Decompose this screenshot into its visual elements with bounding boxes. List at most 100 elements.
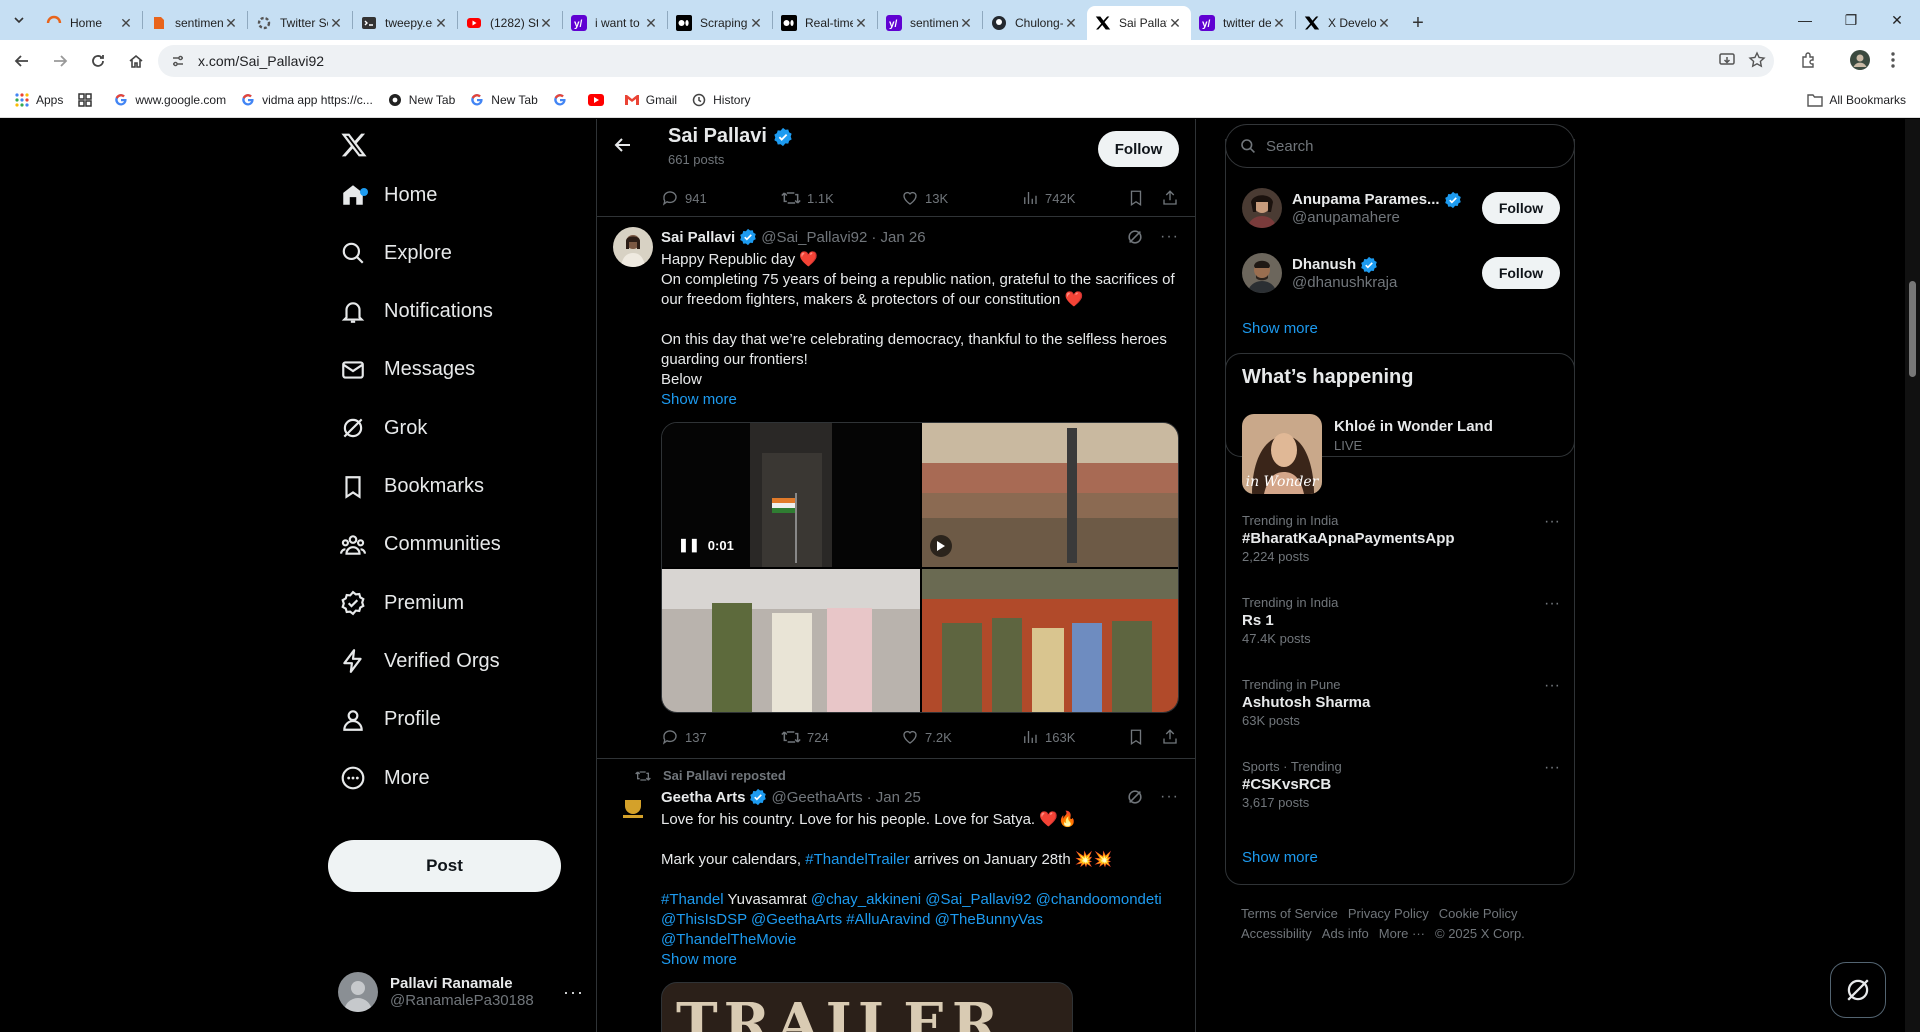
like-button[interactable]: 13K [901, 189, 1021, 207]
video-timestamp[interactable]: ❚❚ 0:01 [678, 537, 734, 553]
reply-button[interactable]: 137 [661, 728, 781, 746]
avatar[interactable] [1242, 253, 1282, 293]
nav-item-grok[interactable]: Grok [340, 402, 427, 454]
views-button[interactable]: 163K [1021, 728, 1141, 746]
footer-link[interactable]: More ··· [1379, 926, 1425, 941]
browser-tab[interactable]: Chulong-L✕ [983, 6, 1087, 40]
all-bookmarks-button[interactable]: All Bookmarks [1807, 93, 1906, 107]
grok-icon[interactable] [1126, 788, 1144, 806]
bookmark-item[interactable]: www.google.com [113, 92, 226, 108]
close-tab-icon[interactable]: ✕ [433, 15, 449, 32]
avatar[interactable] [1242, 188, 1282, 228]
close-tab-icon[interactable]: ✕ [1271, 15, 1287, 32]
nav-item-communities[interactable]: Communities [340, 519, 501, 571]
avatar[interactable] [613, 227, 653, 267]
more-dots-icon[interactable]: ··· [1544, 595, 1560, 613]
tweet-date[interactable]: · Jan 26 [871, 229, 925, 246]
share-icon[interactable] [1161, 728, 1179, 746]
extensions-icon[interactable] [1800, 51, 1818, 69]
trend-item[interactable]: Trending in India Rs 1 47.4K posts ··· [1242, 595, 1560, 646]
repost-button[interactable]: 724 [781, 728, 901, 746]
hashtag-link[interactable]: #ThandelTrailer [805, 851, 910, 868]
play-icon[interactable] [930, 535, 952, 557]
tab-search-button[interactable] [0, 0, 38, 40]
browser-tab[interactable]: Home ✕ [38, 6, 142, 40]
nav-item-verified-orgs[interactable]: Verified Orgs [340, 635, 500, 687]
views-button[interactable]: 742K [1021, 189, 1141, 207]
more-dots-icon[interactable]: ··· [563, 982, 584, 1003]
avatar[interactable] [613, 788, 653, 828]
photo-group[interactable] [922, 569, 1179, 713]
author-name[interactable]: Geetha Arts [661, 789, 745, 806]
trend-item[interactable]: Trending in India #BharatKaApnaPaymentsAp… [1242, 513, 1560, 564]
back-button[interactable] [6, 45, 38, 77]
hashtag-link[interactable]: #Thandel [661, 891, 724, 908]
page-scrollbar[interactable] [1905, 119, 1920, 1032]
close-tab-icon[interactable]: ✕ [1063, 15, 1079, 32]
browser-tab[interactable]: y/sentiment ✕ [878, 6, 982, 40]
more-dots-icon[interactable]: ··· [1544, 677, 1560, 695]
browser-tab[interactable]: tweepy.err✕ [353, 6, 457, 40]
author-handle[interactable]: @GeethaArts [771, 789, 862, 806]
more-dots-icon[interactable]: ··· [1160, 228, 1179, 246]
close-tab-icon[interactable]: ✕ [853, 15, 869, 32]
address-bar[interactable]: x.com/Sai_Pallavi92 [158, 45, 1774, 77]
more-dots-icon[interactable]: ··· [1544, 513, 1560, 531]
bookmark-item[interactable]: vidma app https://c... [240, 92, 373, 108]
browser-tab[interactable]: y/twitter dev✕ [1191, 6, 1295, 40]
bookmark-item[interactable]: New Tab [387, 92, 455, 108]
nav-item-more[interactable]: More [340, 752, 430, 804]
show-more-link[interactable]: Show more [1242, 320, 1318, 337]
bookmark-icon[interactable] [1127, 189, 1145, 207]
profile-avatar-icon[interactable] [1850, 50, 1870, 70]
trend-item[interactable]: Sports · Trending #CSKvsRCB 3,617 posts ··· [1242, 759, 1560, 810]
show-more-link[interactable]: Show more [661, 950, 1181, 970]
install-app-icon[interactable] [1718, 51, 1736, 69]
photo-meeting[interactable] [662, 569, 920, 713]
browser-tab[interactable]: X Develop✕ [1296, 6, 1400, 40]
restore-button[interactable]: ❐ [1828, 0, 1874, 40]
close-tab-icon[interactable]: ✕ [538, 15, 554, 32]
close-tab-icon[interactable]: ✕ [1167, 15, 1183, 32]
account-switcher[interactable]: Pallavi Ranamale @RanamalePa30188 ··· [338, 962, 584, 1022]
post-button[interactable]: Post [328, 840, 561, 892]
bookmark-item[interactable] [77, 92, 99, 108]
nav-item-home[interactable]: Home [340, 169, 437, 221]
close-tab-icon[interactable]: ✕ [643, 15, 659, 32]
close-tab-icon[interactable]: ✕ [958, 15, 974, 32]
back-arrow-icon[interactable] [613, 135, 633, 155]
repost-button[interactable]: 1.1K [781, 189, 901, 207]
show-more-link[interactable]: Show more [661, 390, 1181, 410]
site-info-icon[interactable] [158, 53, 198, 69]
follow-profile-button[interactable]: Follow [1098, 131, 1179, 167]
scrollbar-thumb[interactable] [1909, 281, 1916, 377]
suggestion-row[interactable]: Dhanush @dhanushkraja Follow [1242, 250, 1560, 296]
close-tab-icon[interactable]: ✕ [223, 15, 239, 32]
nav-item-notifications[interactable]: Notifications [340, 286, 493, 338]
nav-item-profile[interactable]: Profile [340, 694, 441, 746]
tweet-media-grid[interactable]: ❚❚ 0:01 [661, 422, 1179, 713]
live-event[interactable]: in Wonder Khloé in Wonder Land LIVE [1242, 414, 1560, 494]
minimize-button[interactable]: — [1782, 0, 1828, 40]
home-button[interactable] [120, 45, 152, 77]
more-dots-icon[interactable]: ··· [1160, 788, 1179, 806]
tweet-media-trailer[interactable]: TRAILER [661, 982, 1073, 1032]
repost-context[interactable]: Sai Pallavi reposted [635, 768, 786, 783]
footer-link[interactable]: Terms of Service [1241, 906, 1338, 921]
bookmark-star-icon[interactable] [1748, 51, 1766, 69]
browser-tab[interactable]: y/i want to fi✕ [563, 6, 667, 40]
parade-photo[interactable] [922, 423, 1179, 567]
reply-button[interactable]: 941 [661, 189, 781, 207]
bookmark-item[interactable] [552, 92, 574, 108]
author-name[interactable]: Sai Pallavi [661, 229, 735, 246]
browser-tab[interactable]: Twitter Ser✕ [248, 6, 352, 40]
bookmark-item[interactable]: Gmail [624, 92, 677, 108]
browser-tab[interactable]: Scraping T✕ [668, 6, 772, 40]
suggestion-row[interactable]: Anupama Parames... @anupamahere Follow [1242, 185, 1560, 231]
close-tab-icon[interactable]: ✕ [328, 15, 344, 32]
show-more-link[interactable]: Show more [1242, 849, 1318, 866]
footer-link[interactable]: Cookie Policy [1439, 906, 1518, 921]
more-dots-icon[interactable]: ··· [1544, 759, 1560, 777]
browser-menu-icon[interactable] [1890, 51, 1896, 69]
like-button[interactable]: 7.2K [901, 728, 1021, 746]
